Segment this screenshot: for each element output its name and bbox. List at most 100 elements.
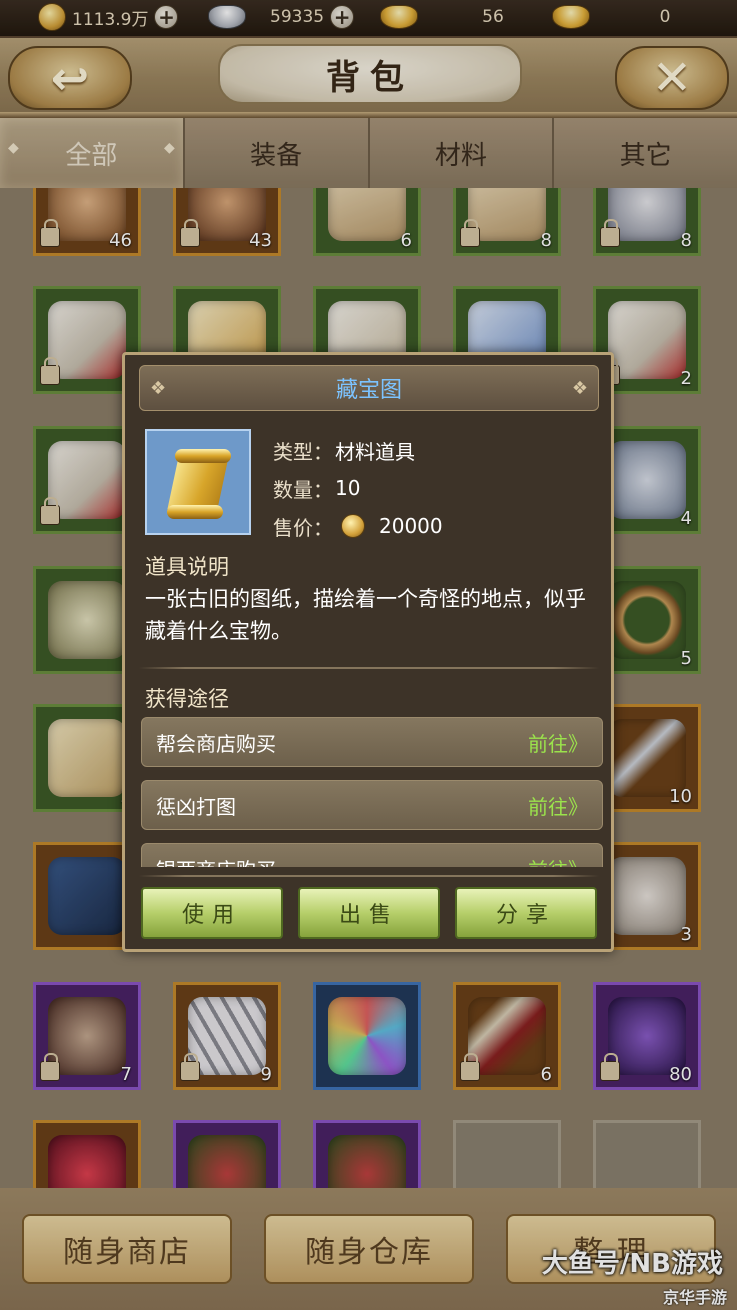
- obtain-source-row[interactable]: 银两商店购买 前往》: [141, 843, 603, 867]
- portable-shop-button[interactable]: 随身商店: [22, 1214, 232, 1284]
- item-count: 8: [540, 230, 552, 251]
- scroll-icon: [328, 188, 406, 241]
- lock-icon: [180, 1053, 200, 1081]
- add-coin-button[interactable]: +: [154, 5, 179, 29]
- item-count: 5: [680, 648, 692, 669]
- obtain-source-row[interactable]: 惩凶打图 前往》: [141, 780, 603, 830]
- tab-other[interactable]: 其它: [554, 118, 737, 188]
- silver-ingot-icon: [208, 5, 246, 29]
- goto-link[interactable]: 前往》: [528, 854, 588, 868]
- title-plate: 背包: [218, 44, 522, 104]
- empty-slot[interactable]: [453, 1120, 561, 1188]
- item-count: 6: [540, 1064, 552, 1085]
- category-tabs: 全部 装备 材料 其它: [0, 118, 737, 188]
- gold-ingot-currency: 56: [380, 2, 568, 32]
- popup-title-bar: ❖ 藏宝图 ❖: [139, 365, 599, 411]
- item-slot[interactable]: [33, 1120, 141, 1188]
- goto-link[interactable]: 前往》: [528, 791, 588, 820]
- back-button[interactable]: ↩: [8, 46, 132, 110]
- lock-icon: [40, 1053, 60, 1081]
- item-slot[interactable]: [313, 982, 421, 1090]
- share-button[interactable]: 分享: [455, 887, 597, 939]
- empty-slot[interactable]: [593, 1120, 701, 1188]
- watermark-subtext: 京华手游: [662, 1288, 727, 1307]
- item-info: 类型： 材料道具 数量： 10 售价： 20000: [273, 431, 443, 545]
- lock-icon: [180, 219, 200, 247]
- item-count: 3: [680, 924, 692, 945]
- lock-icon: [460, 1053, 480, 1081]
- item-count: 80: [669, 1064, 692, 1085]
- obtain-source-list[interactable]: 帮会商店购买 前往》 惩凶打图 前往》 银两商店购买 前往》: [141, 717, 603, 867]
- item-slot[interactable]: 80: [593, 982, 701, 1090]
- silver-currency: 59335 +: [208, 2, 355, 32]
- qty-label: 数量：: [273, 477, 333, 502]
- price-label: 售价：: [273, 515, 333, 540]
- obtain-source-row[interactable]: 帮会商店购买 前往》: [141, 717, 603, 767]
- item-count: 46: [109, 230, 132, 251]
- fur-pelt-icon: [608, 857, 686, 935]
- currency-bar: 1113.9万 + 59335 + 56 0: [0, 0, 737, 38]
- book-icon: [48, 719, 126, 797]
- type-label: 类型：: [273, 439, 333, 464]
- goto-link[interactable]: 前往》: [528, 728, 588, 757]
- item-qty-row: 数量： 10: [273, 469, 443, 507]
- bottom-bar: 随身商店 随身仓库 整 理 大鱼号/NB游戏 京华手游: [0, 1188, 737, 1310]
- item-slot[interactable]: 6: [453, 982, 561, 1090]
- item-slot[interactable]: 43: [173, 188, 281, 256]
- watermark-text: 大鱼号/NB游戏: [541, 1249, 723, 1279]
- coin-amount: 1113.9万: [72, 9, 149, 30]
- tab-all[interactable]: 全部: [0, 118, 185, 188]
- item-slot[interactable]: 6: [313, 188, 421, 256]
- description-text: 一张古旧的图纸，描绘着一个奇怪的地点，似乎藏着什么宝物。: [145, 587, 586, 643]
- tab-equipment[interactable]: 装备: [185, 118, 370, 188]
- item-slot[interactable]: 8: [593, 188, 701, 256]
- item-slot[interactable]: 46: [33, 188, 141, 256]
- sell-button[interactable]: 出售: [298, 887, 440, 939]
- back-arrow-icon: ↩: [50, 51, 90, 105]
- item-slot[interactable]: 9: [173, 982, 281, 1090]
- coin-icon: [38, 3, 66, 31]
- bound-gold-amount: 0: [659, 7, 671, 27]
- treasure-map-icon: [167, 449, 231, 519]
- rope-icon: [608, 581, 686, 659]
- use-button[interactable]: 使用: [141, 887, 283, 939]
- item-count: 10: [669, 786, 692, 807]
- description-heading: 道具说明: [145, 555, 229, 579]
- ornament-icon: ❖: [571, 378, 588, 399]
- gem-icon: [328, 997, 406, 1075]
- popup-action-buttons: 使用 出售 分享: [141, 887, 597, 939]
- fruit-icon: [328, 1135, 406, 1188]
- feather-icon: [48, 581, 126, 659]
- item-count: 43: [249, 230, 272, 251]
- ornament-icon: ❖: [150, 378, 167, 399]
- manual-book-icon: [48, 857, 126, 935]
- item-count: 8: [680, 230, 692, 251]
- item-price-row: 售价： 20000: [273, 507, 443, 545]
- tab-materials[interactable]: 材料: [370, 118, 555, 188]
- divider: [139, 667, 599, 669]
- price-value: 20000: [379, 514, 443, 538]
- close-button[interactable]: ✕: [615, 46, 729, 110]
- item-count: 4: [680, 508, 692, 529]
- item-slot[interactable]: [313, 1120, 421, 1188]
- lock-icon: [600, 1053, 620, 1081]
- item-count: 6: [400, 230, 412, 251]
- coin-icon: [341, 514, 365, 538]
- lock-icon: [40, 497, 60, 525]
- qty-value: 10: [335, 476, 361, 500]
- coin-currency: 1113.9万 +: [38, 2, 179, 32]
- item-count: 7: [120, 1064, 132, 1085]
- bound-gold-icon: [552, 5, 590, 29]
- item-slot[interactable]: 7: [33, 982, 141, 1090]
- add-silver-button[interactable]: +: [330, 5, 355, 29]
- source-name: 银两商店购买: [156, 854, 276, 868]
- item-name: 藏宝图: [335, 378, 402, 403]
- cloth-icon: [608, 441, 686, 519]
- item-slot[interactable]: [173, 1120, 281, 1188]
- flower-icon: [48, 1135, 126, 1188]
- close-icon: ✕: [651, 50, 693, 106]
- type-value: 材料道具: [335, 439, 415, 464]
- item-slot[interactable]: 8: [453, 188, 561, 256]
- source-name: 帮会商店购买: [156, 731, 276, 756]
- portable-warehouse-button[interactable]: 随身仓库: [264, 1214, 474, 1284]
